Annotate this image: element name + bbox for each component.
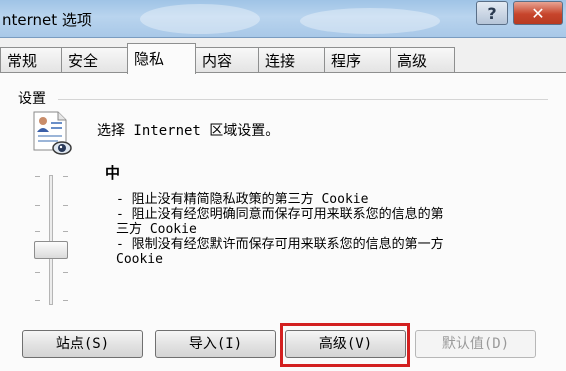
tab-privacy[interactable]: 隐私 <box>127 43 196 74</box>
slider-tick <box>35 272 40 273</box>
tab-general[interactable]: 常规 <box>0 47 62 73</box>
slider-tick <box>63 231 68 232</box>
zone-instruction: 选择 Internet 区域设置。 <box>97 123 280 139</box>
window-title: nternet 选项 <box>2 11 92 29</box>
title-bar: nternet 选项 ? ✕ <box>0 0 566 38</box>
description-line: - 阻止没有精简隐私政策的第三方 Cookie <box>116 192 369 207</box>
privacy-description: - 阻止没有精简隐私政策的第三方 Cookie - 阻止没有经您明确同意而保存可… <box>116 192 546 267</box>
description-line: - 阻止没有经您明确同意而保存可用来联系您的信息的第 <box>116 207 444 222</box>
description-line: - 限制没有经您默许而保存可用来联系您的信息的第一方 <box>116 237 444 252</box>
slider-tick <box>35 205 40 206</box>
slider-tick <box>63 205 68 206</box>
close-button[interactable]: ✕ <box>513 1 563 25</box>
description-line: Cookie <box>116 252 163 267</box>
description-line: 三方 Cookie <box>116 222 197 237</box>
group-divider <box>58 99 548 100</box>
slider-tick <box>63 176 68 177</box>
tab-content[interactable]: 内容 <box>195 47 259 73</box>
slider-tick <box>63 272 68 273</box>
slider-tick <box>35 231 40 232</box>
tab-divider <box>0 72 566 73</box>
default-button[interactable]: 默认值(D) <box>415 330 536 358</box>
help-icon: ? <box>487 3 497 23</box>
close-icon: ✕ <box>531 3 545 23</box>
title-glow <box>300 8 440 34</box>
highlight-box <box>280 323 410 367</box>
tab-connections[interactable]: 连接 <box>258 47 325 73</box>
import-button[interactable]: 导入(I) <box>155 330 276 358</box>
privacy-slider-track[interactable] <box>49 175 53 305</box>
privacy-document-icon <box>33 111 72 155</box>
privacy-slider-thumb[interactable] <box>34 241 68 259</box>
slider-tick <box>35 300 40 301</box>
sites-button[interactable]: 站点(S) <box>22 330 143 358</box>
privacy-level: 中 <box>105 164 121 182</box>
tab-advanced[interactable]: 高级 <box>390 47 455 73</box>
help-button[interactable]: ? <box>476 1 508 25</box>
title-glow <box>140 4 260 34</box>
slider-tick <box>63 300 68 301</box>
tab-strip: 常规 安全 隐私 内容 连接 程序 高级 <box>0 43 566 74</box>
tab-security[interactable]: 安全 <box>61 47 128 73</box>
settings-group-label: 设置 <box>18 88 50 108</box>
tab-programs[interactable]: 程序 <box>324 47 391 73</box>
slider-tick <box>35 176 40 177</box>
